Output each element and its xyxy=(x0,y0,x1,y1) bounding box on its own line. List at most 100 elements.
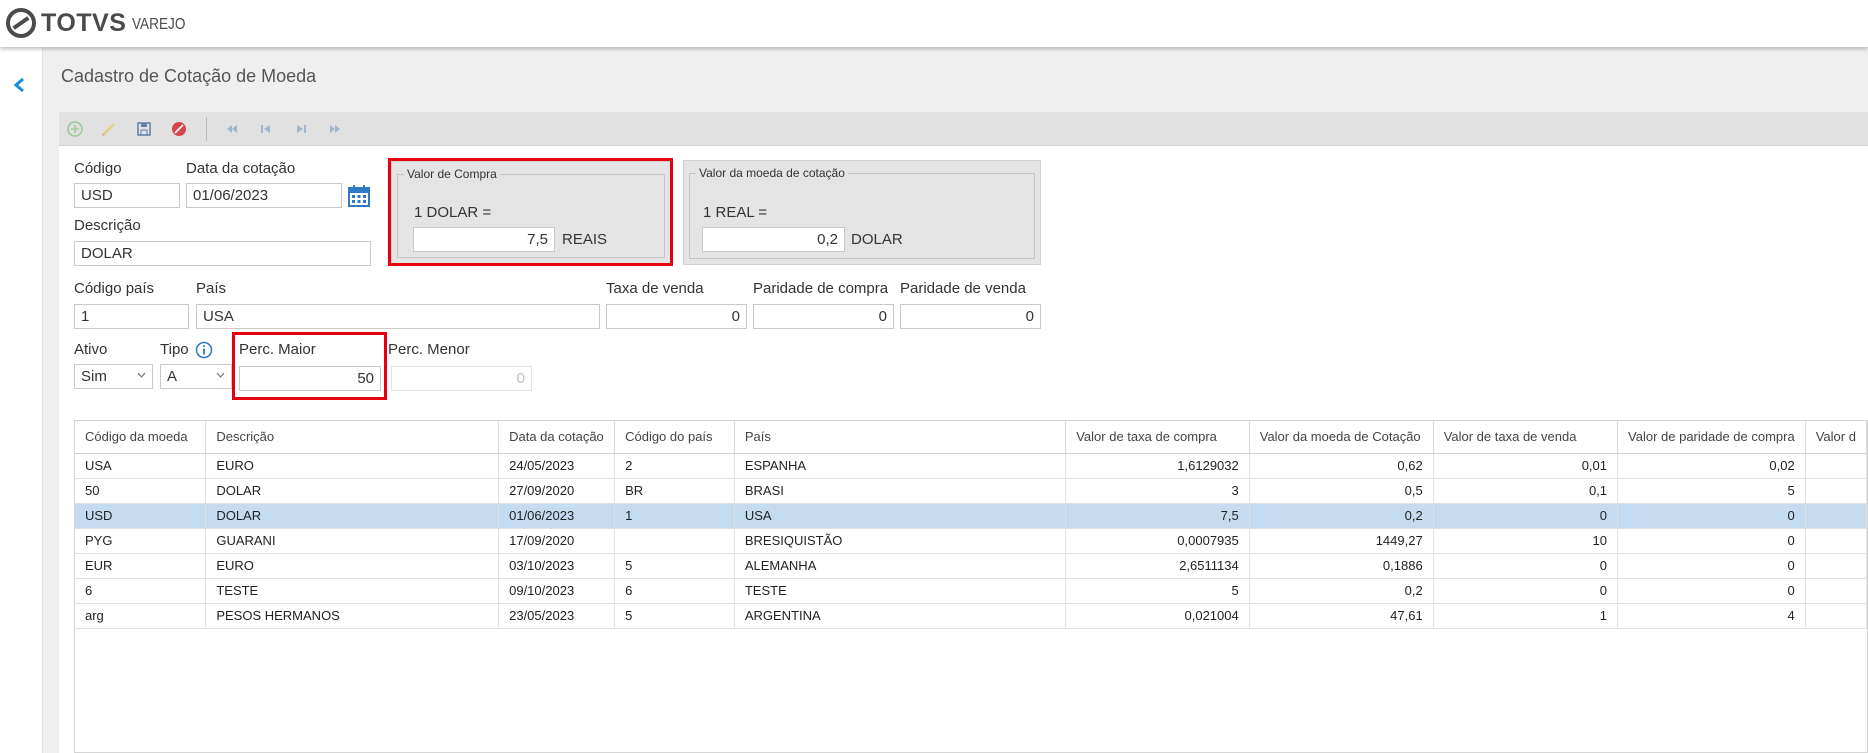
table-cell: 2,6511134 xyxy=(1065,553,1250,579)
table-cell xyxy=(1805,603,1867,629)
table-cell: BR xyxy=(614,478,735,504)
data-cotacao-label: Data da cotação xyxy=(186,160,296,177)
product-name: VAREJO xyxy=(132,16,186,33)
column-header[interactable]: Valor da moeda de Cotação xyxy=(1249,421,1434,454)
cancel-icon[interactable] xyxy=(170,120,188,138)
next-record-icon[interactable] xyxy=(292,120,310,138)
table-cell: 10 xyxy=(1433,528,1619,554)
save-icon[interactable] xyxy=(135,120,153,138)
table-cell: PYG xyxy=(75,528,207,554)
table-row[interactable]: PYG GUARANI 17/09/2020 BRESIQUISTÃO 0,000793… xyxy=(75,528,1867,554)
last-record-icon[interactable] xyxy=(326,120,344,138)
top-bar: TOTVS VAREJO xyxy=(0,0,1868,47)
first-record-icon[interactable] xyxy=(223,120,241,138)
table-cell xyxy=(1805,503,1867,529)
table-cell: 3 xyxy=(1065,478,1250,504)
table-cell: 0 xyxy=(1433,553,1619,579)
data-cotacao-field[interactable]: 01/06/2023 xyxy=(186,183,342,208)
table-row[interactable]: USD DOLAR 01/06/2023 1 USA 7,5 0,2 0 0 xyxy=(75,503,1867,529)
add-icon[interactable] xyxy=(66,120,84,138)
chevron-down-icon xyxy=(137,372,146,378)
table-cell: 01/06/2023 xyxy=(498,503,616,529)
table-cell: PESOS HERMANOS xyxy=(205,603,500,629)
descricao-field[interactable]: DOLAR xyxy=(74,241,371,266)
ativo-label: Ativo xyxy=(74,341,108,358)
codigo-pais-label: Código país xyxy=(74,280,155,297)
table-cell: USD xyxy=(75,503,207,529)
valor-moeda-cotacao-suffix: DOLAR xyxy=(851,231,903,248)
edit-icon[interactable] xyxy=(100,120,118,138)
table-cell: 0,2 xyxy=(1249,503,1434,529)
codigo-pais-field[interactable]: 1 xyxy=(74,304,189,329)
perc-menor-field[interactable]: 0 xyxy=(391,366,532,391)
paridade-compra-label: Paridade de compra xyxy=(753,280,889,297)
ativo-select[interactable]: Sim xyxy=(74,364,153,389)
table-cell xyxy=(1805,478,1867,504)
table-cell: 5 xyxy=(614,553,735,579)
tipo-label: Tipo xyxy=(160,341,189,358)
table-cell: 5 xyxy=(1617,478,1806,504)
codigo-field[interactable]: USD xyxy=(74,183,180,208)
column-header[interactable]: Valor de taxa de compra xyxy=(1065,421,1250,454)
perc-maior-field[interactable]: 50 xyxy=(239,366,381,391)
table-cell: USA xyxy=(734,503,1067,529)
table-cell: 0 xyxy=(1617,578,1806,604)
table-cell: 7,5 xyxy=(1065,503,1250,529)
table-row[interactable]: arg PESOS HERMANOS 23/05/2023 5 ARGENTINA 0,0… xyxy=(75,603,1867,629)
table-cell: 0,021004 xyxy=(1065,603,1250,629)
table-cell: 5 xyxy=(614,603,735,629)
previous-record-icon[interactable] xyxy=(257,120,275,138)
table-row[interactable]: USA EURO 24/05/2023 2 ESPANHA 1,6129032 0,62 0,… xyxy=(75,453,1867,479)
valor-compra-title: Valor de Compra xyxy=(404,167,500,181)
column-header[interactable]: Código da moeda xyxy=(75,421,207,454)
record-toolbar xyxy=(59,112,1868,146)
table-cell: 0 xyxy=(1433,503,1619,529)
column-header[interactable]: Código do país xyxy=(614,421,735,454)
table-cell: 1449,27 xyxy=(1249,528,1434,554)
codigo-label: Código xyxy=(74,160,122,177)
valor-compra-suffix: REAIS xyxy=(562,231,608,248)
paridade-compra-field[interactable]: 0 xyxy=(753,304,894,329)
table-cell: 0,0007935 xyxy=(1065,528,1250,554)
table-cell: 0 xyxy=(1433,578,1619,604)
table-cell: 0,2 xyxy=(1249,578,1434,604)
table-cell: 0,02 xyxy=(1617,453,1806,479)
column-header[interactable]: Valor de taxa de venda xyxy=(1433,421,1619,454)
column-header[interactable]: Valor de paridade de compra xyxy=(1617,421,1806,454)
table-cell: 27/09/2020 xyxy=(498,478,616,504)
paridade-venda-label: Paridade de venda xyxy=(900,280,1026,297)
column-header[interactable]: Descrição xyxy=(205,421,500,454)
info-icon[interactable] xyxy=(195,341,213,359)
pais-field[interactable]: USA xyxy=(196,304,600,329)
valor-moeda-cotacao-field[interactable]: 0,2 xyxy=(702,227,845,252)
taxa-venda-field[interactable]: 0 xyxy=(606,304,747,329)
valor-compra-prefix: 1 DOLAR = xyxy=(414,204,492,221)
calendar-icon[interactable] xyxy=(347,184,371,208)
table-row[interactable]: 6 TESTE 09/10/2023 6 TESTE 5 0,2 0 0 xyxy=(75,578,1867,604)
table-row[interactable]: 50 DOLAR 27/09/2020 BR BRASI 3 0,5 0,1 5 xyxy=(75,478,1867,504)
table-cell: TESTE xyxy=(205,578,500,604)
valor-moeda-cotacao-prefix: 1 REAL = xyxy=(703,204,768,221)
table-cell: 24/05/2023 xyxy=(498,453,616,479)
table-cell: 03/10/2023 xyxy=(498,553,616,579)
valor-compra-field[interactable]: 7,5 xyxy=(413,227,555,252)
taxa-venda-label: Taxa de venda xyxy=(606,280,704,297)
table-cell: 0 xyxy=(1617,553,1806,579)
table-cell: 0,1 xyxy=(1433,478,1619,504)
perc-menor-label: Perc. Menor xyxy=(388,341,470,358)
table-cell: 0,1886 xyxy=(1249,553,1434,579)
table-cell: EURO xyxy=(205,453,500,479)
quotes-table: Código da moeda Descrição Data da cotaçã… xyxy=(75,421,1867,629)
table-cell: GUARANI xyxy=(205,528,500,554)
brand-name: TOTVS xyxy=(41,8,127,37)
table-row[interactable]: EUR EURO 03/10/2023 5 ALEMANHA 2,6511134 0,188… xyxy=(75,553,1867,579)
table-cell xyxy=(1805,553,1867,579)
valor-moeda-cotacao-title: Valor da moeda de cotação xyxy=(696,166,848,180)
column-header[interactable]: Valor d xyxy=(1805,421,1867,454)
paridade-venda-field[interactable]: 0 xyxy=(900,304,1041,329)
column-header[interactable]: País xyxy=(734,421,1067,454)
column-header[interactable]: Data da cotação xyxy=(498,421,616,454)
tipo-select[interactable]: A xyxy=(160,364,232,389)
back-chevron-icon[interactable] xyxy=(11,75,27,95)
descricao-label: Descrição xyxy=(74,217,141,234)
